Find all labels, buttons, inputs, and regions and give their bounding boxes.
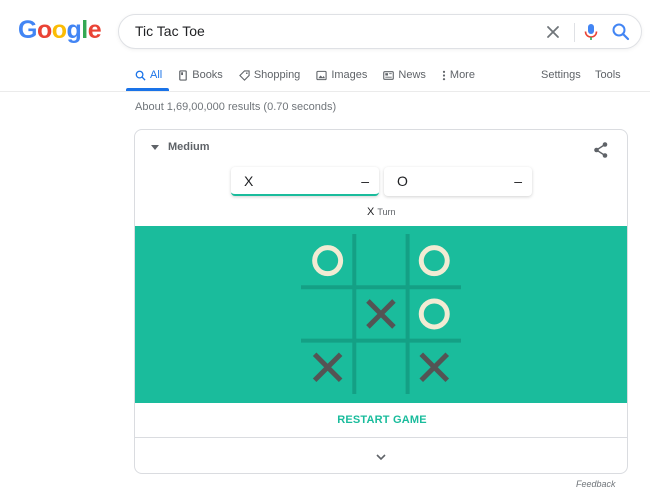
logo-letter: g	[66, 16, 82, 44]
image-icon	[316, 70, 327, 80]
search-input[interactable]	[135, 23, 515, 39]
tab-label: Books	[192, 69, 223, 81]
board-cell[interactable]	[410, 343, 459, 392]
more-vertical-icon	[442, 70, 446, 80]
clear-icon[interactable]	[544, 23, 562, 41]
tab-label: More	[449, 69, 475, 81]
header-divider	[0, 91, 650, 92]
logo-letter: o	[36, 16, 52, 44]
tab-all[interactable]: All	[135, 67, 162, 83]
tag-icon	[238, 69, 250, 81]
difficulty-dropdown[interactable]: Medium	[151, 141, 210, 153]
tab-news[interactable]: News	[383, 67, 426, 83]
player-symbol: X	[244, 173, 254, 189]
chevron-down-icon[interactable]	[375, 451, 387, 463]
turn-indicator: X Turn	[367, 206, 396, 218]
logo-letter: o	[51, 16, 67, 44]
board-cell[interactable]	[356, 236, 405, 285]
tab-shopping[interactable]: Shopping	[238, 67, 301, 83]
share-icon[interactable]	[592, 141, 610, 159]
tab-more[interactable]: More	[442, 67, 475, 83]
tab-images[interactable]: Images	[316, 67, 367, 83]
logo-letter: e	[87, 16, 102, 44]
game-board-area	[135, 226, 627, 403]
board-cell[interactable]	[410, 289, 459, 338]
caret-down-icon	[151, 144, 159, 150]
difficulty-label: Medium	[168, 141, 210, 153]
player-score: –	[361, 173, 369, 189]
player-x-score: X –	[231, 167, 379, 196]
player-o-score: O –	[384, 167, 532, 196]
player-score: –	[514, 173, 522, 189]
board-cell[interactable]	[356, 343, 405, 392]
results-stats: About 1,69,00,000 results (0.70 seconds)	[135, 101, 337, 113]
board-cell[interactable]	[356, 289, 405, 338]
microphone-icon[interactable]	[582, 22, 600, 42]
tab-label: Images	[331, 69, 368, 81]
board-cell[interactable]	[303, 343, 352, 392]
feedback-link[interactable]: Feedback	[576, 479, 616, 489]
board-cell[interactable]	[303, 236, 352, 285]
tab-label: Shopping	[253, 69, 301, 81]
turn-symbol: X	[367, 206, 375, 218]
search-tabs: All Books Shopping Images News More	[135, 67, 491, 91]
board-cell[interactable]	[410, 236, 459, 285]
tic-tac-toe-card: Medium X – O – X Turn RESTART GAME	[134, 129, 628, 474]
book-icon	[179, 69, 188, 81]
settings-link[interactable]: Settings	[541, 67, 581, 83]
tab-label: All	[150, 69, 163, 81]
news-icon	[383, 70, 395, 80]
tools-link[interactable]: Tools	[595, 67, 621, 83]
search-icon[interactable]	[611, 22, 631, 42]
game-board	[301, 234, 461, 394]
tab-books[interactable]: Books	[178, 67, 223, 83]
search-icon	[135, 70, 146, 81]
google-logo[interactable]: Google	[18, 16, 102, 44]
board-cell[interactable]	[303, 289, 352, 338]
turn-label: Turn	[377, 207, 396, 217]
restart-game-button[interactable]: RESTART GAME	[135, 403, 627, 438]
player-symbol: O	[397, 173, 408, 189]
search-box[interactable]	[118, 14, 642, 49]
tab-label: News	[398, 69, 426, 81]
search-divider	[574, 23, 575, 42]
logo-letter: G	[18, 16, 37, 44]
